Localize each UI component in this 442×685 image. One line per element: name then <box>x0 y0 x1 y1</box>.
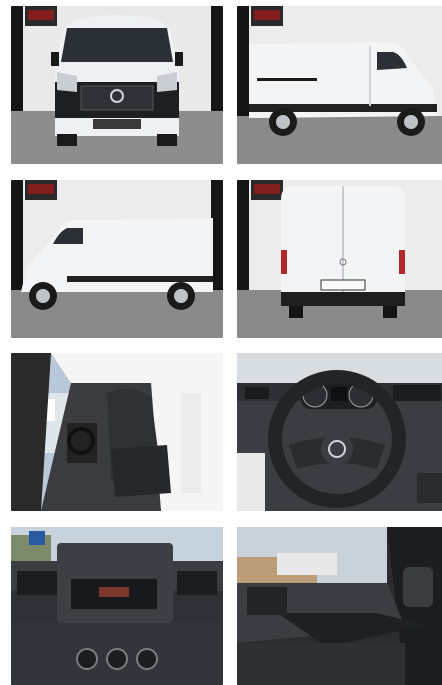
side-right-view-image <box>237 6 442 164</box>
photo-cabin-seats[interactable] <box>11 353 223 511</box>
photo-side-left-view[interactable] <box>11 180 223 338</box>
photo-passenger-side[interactable] <box>237 527 442 685</box>
photo-rear-view[interactable] <box>237 180 442 338</box>
rear-view-image <box>237 180 442 338</box>
photo-front-view[interactable] <box>11 6 223 164</box>
steering-wheel-image <box>237 353 442 511</box>
cabin-seats-image <box>11 353 223 511</box>
photo-dashboard-radio[interactable] <box>11 527 223 685</box>
photo-steering-wheel[interactable] <box>237 353 442 511</box>
passenger-side-image <box>237 527 442 685</box>
front-view-image <box>11 6 223 164</box>
side-left-view-image <box>11 180 223 338</box>
dashboard-radio-image <box>11 527 223 685</box>
photo-side-right-view[interactable] <box>237 6 442 164</box>
photo-gallery-grid <box>0 0 442 685</box>
